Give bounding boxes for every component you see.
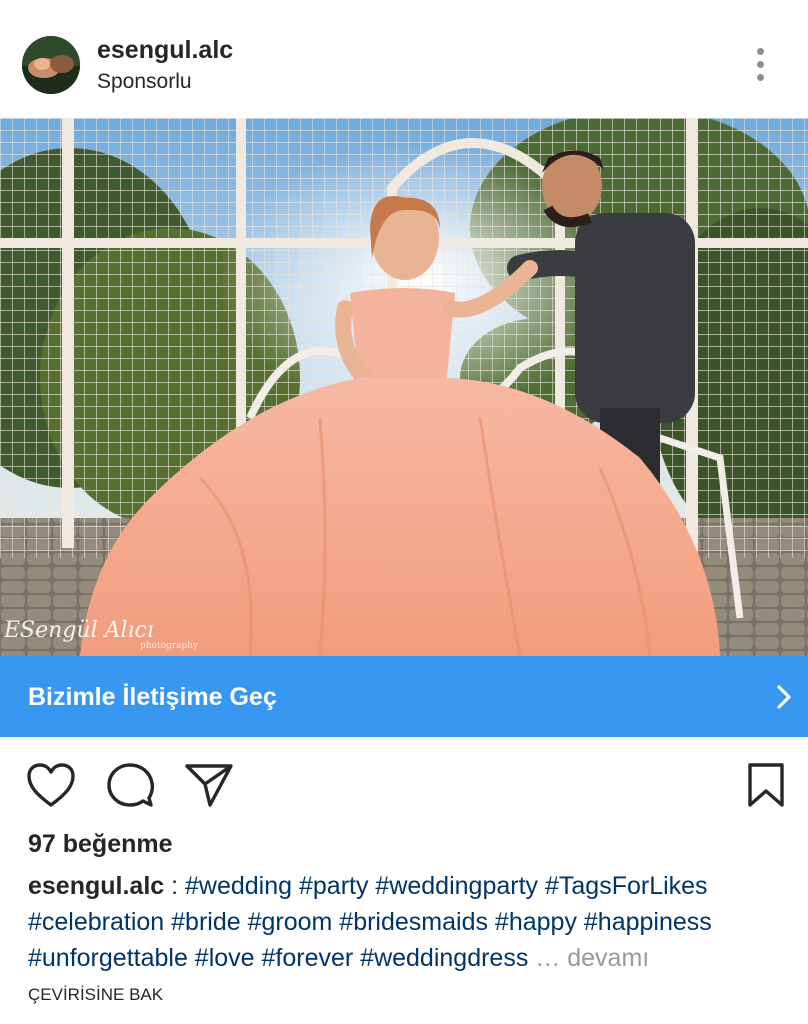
caption-username[interactable]: esengul.alc bbox=[28, 872, 164, 900]
post-photo[interactable]: ESengül Alıcı photography bbox=[0, 118, 808, 656]
avatar-image bbox=[22, 36, 80, 94]
caption-more-link[interactable]: … devamı bbox=[528, 944, 649, 972]
post-caption: esengul.alc : #wedding #party #weddingpa… bbox=[28, 868, 788, 976]
see-translation-link[interactable]: ÇEVİRİSİNE BAK bbox=[28, 985, 163, 1005]
caption-separator: : bbox=[164, 872, 186, 900]
likes-count[interactable]: 97 beğenme bbox=[28, 830, 173, 859]
chevron-right-icon bbox=[777, 685, 791, 709]
cta-label: Bizimle İletişime Geç bbox=[28, 683, 277, 711]
wedding-photo bbox=[0, 118, 808, 656]
photo-watermark: ESengül Alıcı bbox=[4, 618, 154, 643]
avatar[interactable] bbox=[22, 36, 80, 94]
post-header: esengul.alc Sponsorlu bbox=[0, 0, 808, 118]
comment-icon[interactable] bbox=[106, 762, 154, 808]
post-username[interactable]: esengul.alc bbox=[97, 36, 233, 65]
heart-icon[interactable] bbox=[26, 762, 76, 808]
more-dot bbox=[757, 74, 764, 81]
bookmark-icon[interactable] bbox=[746, 762, 786, 808]
contact-cta-button[interactable]: Bizimle İletişime Geç bbox=[0, 656, 808, 737]
photo-watermark-sub: photography bbox=[140, 641, 199, 651]
more-dot bbox=[757, 48, 764, 55]
paper-plane-icon[interactable] bbox=[184, 762, 234, 808]
sponsored-label: Sponsorlu bbox=[97, 70, 192, 93]
more-dot bbox=[757, 61, 764, 68]
more-vertical-icon[interactable] bbox=[748, 44, 774, 84]
